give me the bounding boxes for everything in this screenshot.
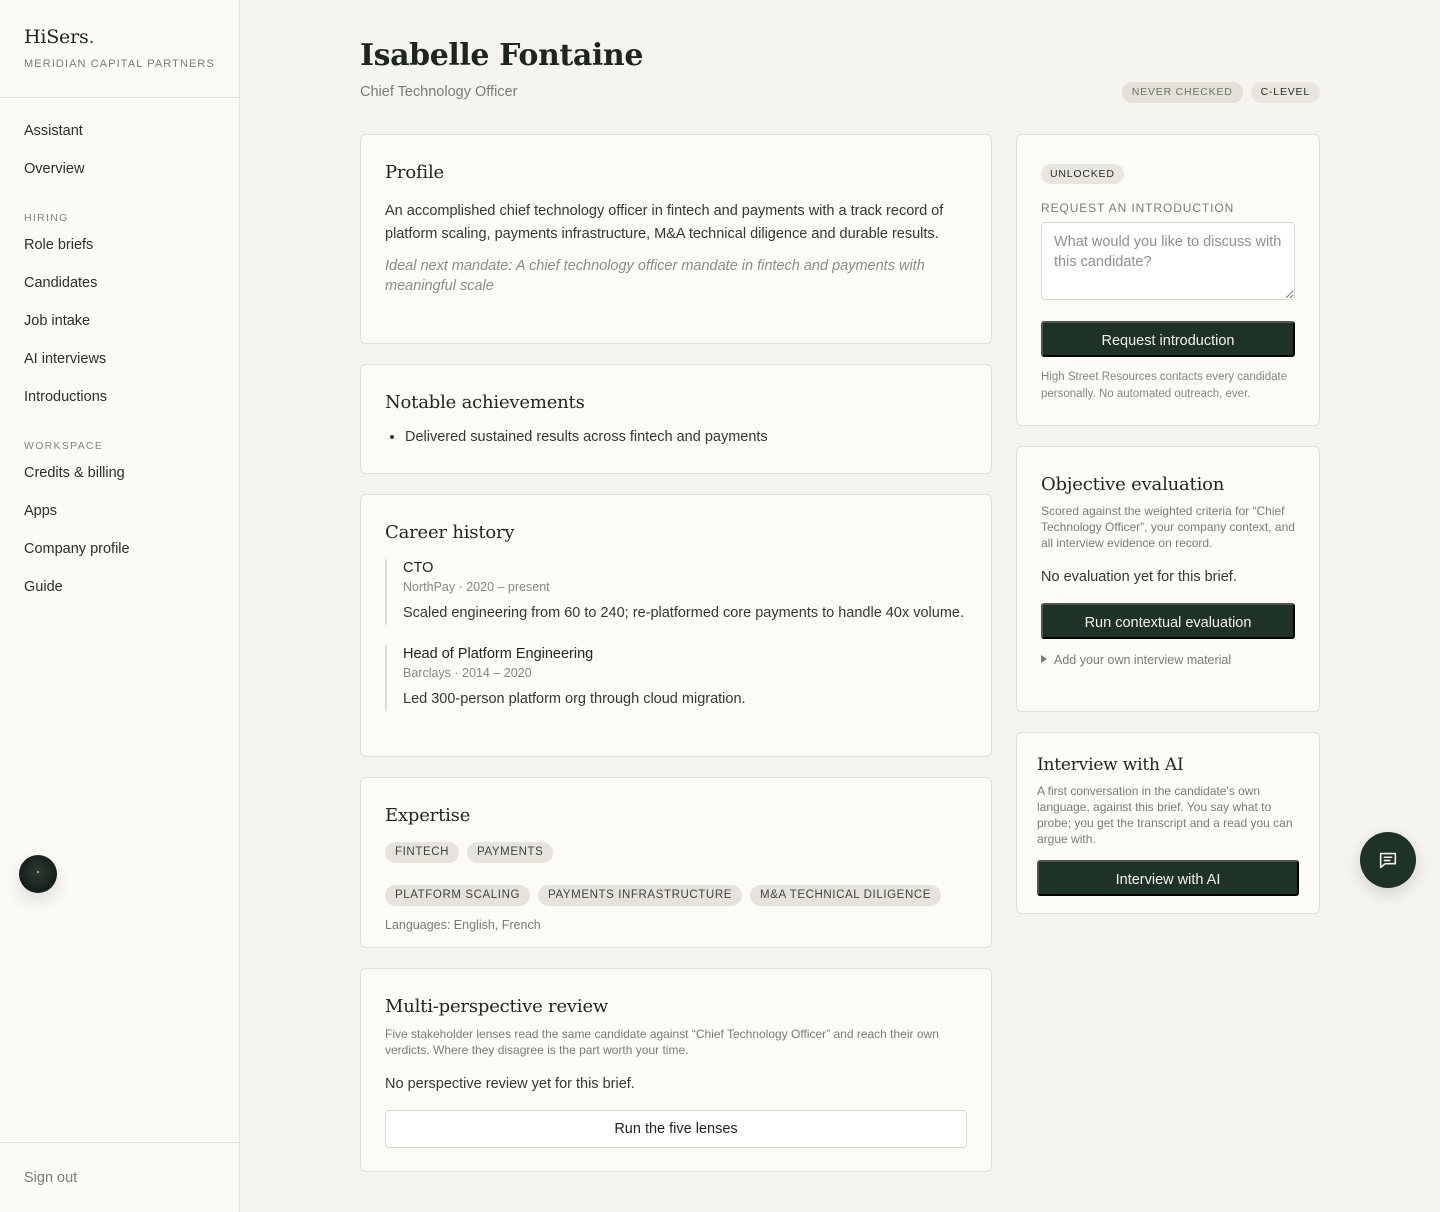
nav-section-workspace: WORKSPACE — [24, 440, 104, 452]
introduction-message-input[interactable] — [1041, 222, 1295, 300]
check-status-badge: NEVER CHECKED — [1121, 82, 1243, 103]
expertise-tag: M&A TECHNICAL DILIGENCE — [750, 885, 942, 906]
achievements-heading: Notable achievements — [385, 392, 585, 413]
evaluation-empty-state: No evaluation yet for this brief. — [1041, 569, 1237, 585]
brand-logo[interactable]: HiSers. — [24, 26, 215, 48]
organization-name: MERIDIAN CAPITAL PARTNERS — [24, 58, 215, 70]
chat-button[interactable] — [1360, 832, 1416, 888]
nav-section-hiring: HIRING — [24, 212, 69, 224]
review-heading: Multi-perspective review — [385, 996, 609, 1017]
sidebar-nav: Assistant Overview HIRING Role briefs Ca… — [0, 98, 239, 616]
candidate-name: Isabelle Fontaine — [360, 38, 644, 73]
add-interview-material-toggle[interactable]: Add your own interview material — [1041, 653, 1295, 667]
candidate-title: Chief Technology Officer — [360, 84, 518, 100]
level-badge: C-LEVEL — [1250, 82, 1320, 103]
sidebar-footer: Sign out — [0, 1142, 239, 1212]
job-role: CTO — [403, 560, 434, 576]
job-role: Head of Platform Engineering — [403, 646, 594, 662]
list-item: Delivered sustained results across finte… — [405, 429, 967, 445]
assistant-orb-icon[interactable] — [19, 855, 57, 893]
brand-name: HiSers — [24, 26, 89, 48]
review-description: Five stakeholder lenses read the same ca… — [385, 1027, 939, 1057]
interview-with-ai-button[interactable]: Interview with AI — [1037, 860, 1299, 896]
career-entry: Head of Platform Engineering Barclays · … — [385, 645, 967, 711]
career-heading: Career history — [385, 522, 515, 543]
ideal-mandate: Ideal next mandate: A chief technology o… — [385, 258, 925, 294]
nav-item-ai-interviews[interactable]: AI interviews — [0, 350, 239, 388]
ai-interview-description: A first conversation in the candidate's … — [1037, 784, 1293, 846]
expertise-tag: PLATFORM SCALING — [385, 885, 531, 906]
expertise-tags: FINTECH PAYMENTS PLATFORM SCALING PAYMEN… — [385, 842, 945, 906]
nav-item-company-profile[interactable]: Company profile — [0, 540, 239, 578]
candidate-badges: NEVER CHECKED C-LEVEL — [1121, 82, 1320, 103]
achievements-list: Delivered sustained results across finte… — [385, 429, 967, 445]
expertise-tag: PAYMENTS INFRASTRUCTURE — [538, 885, 743, 906]
nav-item-role-briefs[interactable]: Role briefs — [0, 236, 239, 274]
request-introduction-card: UNLOCKED REQUEST AN INTRODUCTION Request… — [1016, 134, 1320, 426]
nav-item-guide[interactable]: Guide — [0, 578, 239, 616]
career-history-card: Career history CTO NorthPay · 2020 – pre… — [360, 494, 992, 757]
expertise-heading: Expertise — [385, 805, 471, 826]
brand-dot: . — [88, 26, 95, 48]
triangle-right-icon — [1041, 655, 1047, 663]
expertise-tag: FINTECH — [385, 842, 460, 863]
run-contextual-evaluation-button[interactable]: Run contextual evaluation — [1041, 603, 1295, 639]
introduction-label: REQUEST AN INTRODUCTION — [1041, 201, 1235, 215]
job-description: Scaled engineering from 60 to 240; re-pl… — [403, 605, 964, 621]
expertise-tag: PAYMENTS — [467, 842, 554, 863]
review-empty-state: No perspective review yet for this brief… — [385, 1076, 635, 1092]
sidebar: HiSers. MERIDIAN CAPITAL PARTNERS Assist… — [0, 0, 240, 1212]
nav-item-introductions[interactable]: Introductions — [0, 388, 239, 426]
profile-heading: Profile — [385, 162, 444, 183]
languages: Languages: English, French — [385, 918, 541, 932]
sign-out-link[interactable]: Sign out — [24, 1170, 77, 1186]
introduction-note: High Street Resources contacts every can… — [1041, 371, 1288, 400]
ai-interview-heading: Interview with AI — [1037, 755, 1184, 775]
nav-item-job-intake[interactable]: Job intake — [0, 312, 239, 350]
nav-item-apps[interactable]: Apps — [0, 502, 239, 540]
evaluation-heading: Objective evaluation — [1041, 474, 1225, 495]
run-five-lenses-button[interactable]: Run the five lenses — [385, 1110, 967, 1148]
career-entry: CTO NorthPay · 2020 – present Scaled eng… — [385, 559, 967, 625]
nav-item-overview[interactable]: Overview — [0, 160, 239, 198]
expertise-card: Expertise FINTECH PAYMENTS PLATFORM SCAL… — [360, 777, 992, 948]
nav-item-credits-billing[interactable]: Credits & billing — [0, 464, 239, 502]
chat-icon — [1379, 852, 1397, 869]
job-meta: NorthPay · 2020 – present — [403, 580, 550, 594]
brand: HiSers. MERIDIAN CAPITAL PARTNERS — [0, 0, 239, 98]
multi-perspective-review-card: Multi-perspective review Five stakeholde… — [360, 968, 992, 1172]
job-description: Led 300-person platform org through clou… — [403, 691, 746, 707]
achievements-card: Notable achievements Delivered sustained… — [360, 364, 992, 474]
add-interview-material-label: Add your own interview material — [1054, 653, 1232, 667]
nav-item-candidates[interactable]: Candidates — [0, 274, 239, 312]
evaluation-description: Scored against the weighted criteria for… — [1041, 504, 1295, 550]
nav-item-assistant[interactable]: Assistant — [0, 122, 239, 160]
request-introduction-button[interactable]: Request introduction — [1041, 321, 1295, 357]
profile-summary: An accomplished chief technology officer… — [385, 203, 944, 242]
objective-evaluation-card: Objective evaluation Scored against the … — [1016, 446, 1320, 712]
profile-card: Profile An accomplished chief technology… — [360, 134, 992, 344]
interview-with-ai-card: Interview with AI A first conversation i… — [1016, 732, 1320, 914]
job-meta: Barclays · 2014 – 2020 — [403, 666, 532, 680]
unlocked-badge: UNLOCKED — [1041, 164, 1124, 184]
